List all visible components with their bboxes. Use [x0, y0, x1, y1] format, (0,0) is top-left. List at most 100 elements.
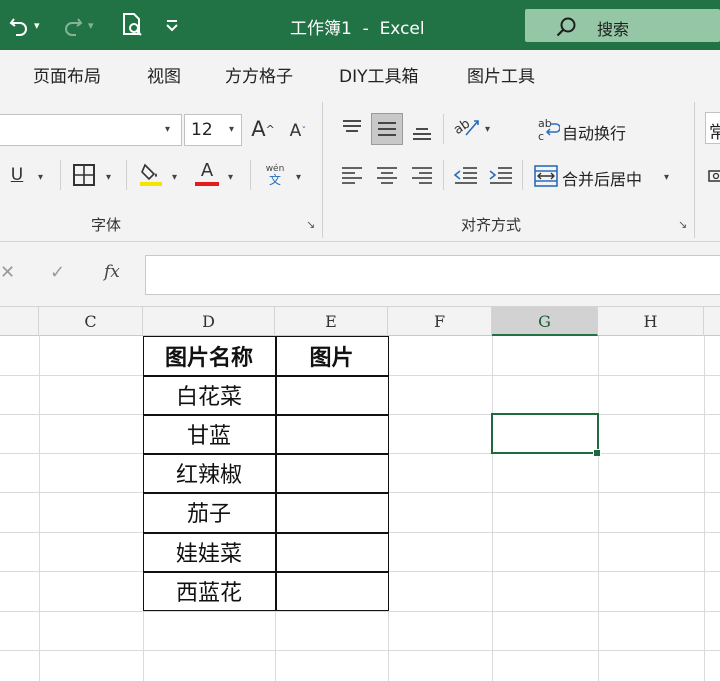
font-color-letter: A	[200, 160, 214, 181]
font-color-dropdown-icon[interactable]: ▾	[228, 172, 233, 183]
grow-font-button[interactable]: A ^	[250, 114, 276, 144]
gridline	[39, 336, 40, 681]
column-header-d[interactable]: D	[143, 307, 275, 336]
table-row[interactable]: 甘蓝	[143, 414, 275, 453]
font-color-button[interactable]: A	[194, 158, 220, 190]
font-name-select[interactable]: ▾	[0, 114, 182, 146]
chevron-down-icon: ▾	[229, 124, 235, 135]
align-right-button[interactable]	[408, 162, 436, 190]
formula-input[interactable]	[145, 255, 720, 295]
wrap-text-icon-box[interactable]: ab c	[536, 114, 560, 144]
active-cell[interactable]	[491, 413, 599, 454]
phonetic-dropdown-icon[interactable]: ▾	[296, 172, 301, 183]
table-row[interactable]: 西蓝花	[143, 571, 275, 611]
print-preview-icon	[123, 13, 142, 36]
chevron-down-icon: ▾	[34, 18, 40, 32]
column-header-e[interactable]: E	[275, 307, 388, 336]
borders-button[interactable]	[70, 160, 98, 190]
column-headers: C D E F G H	[0, 306, 720, 336]
table-header-name[interactable]: 图片名称	[143, 336, 275, 375]
gridline	[492, 336, 493, 681]
svg-text:ab: ab	[454, 116, 473, 138]
gridline	[598, 336, 599, 681]
tab-view[interactable]: 视图	[147, 62, 181, 87]
separator	[443, 114, 444, 144]
number-format-value: 常	[709, 123, 720, 143]
borders-icon	[73, 164, 95, 186]
column-header-f[interactable]: F	[388, 307, 492, 336]
undo-button[interactable]: ▾	[8, 10, 40, 40]
font-group-label: 字体	[91, 216, 122, 234]
title-bar: ▾ ▾ 工作簿1 - Excel 搜索	[0, 0, 720, 50]
caret-down-icon: ˇ	[301, 125, 307, 137]
tab-picture-tools[interactable]: 图片工具	[467, 62, 535, 87]
orientation-button[interactable]: ab	[452, 112, 482, 142]
decrease-indent-icon	[454, 167, 477, 184]
table-row[interactable]: 白花菜	[143, 375, 275, 414]
borders-dropdown-icon[interactable]: ▾	[106, 172, 111, 183]
align-right-icon	[412, 167, 432, 184]
fill-color-button[interactable]	[138, 158, 164, 190]
align-middle-button[interactable]	[371, 113, 403, 145]
table-row[interactable]: 娃娃菜	[143, 532, 275, 571]
window-title: 工作簿1 - Excel	[290, 19, 425, 39]
fill-handle[interactable]	[593, 449, 601, 457]
merge-center-icon-box[interactable]	[533, 162, 559, 190]
column-header-g[interactable]: G	[492, 307, 598, 336]
align-bottom-button[interactable]	[408, 118, 436, 146]
separator	[60, 160, 61, 190]
number-format-select[interactable]: 常	[705, 112, 720, 144]
wrap-text-button[interactable]: 自动换行	[562, 120, 626, 144]
cancel-icon[interactable]: ✕	[0, 262, 15, 283]
tab-page-layout[interactable]: 页面布局	[33, 62, 101, 87]
separator	[126, 160, 127, 190]
insert-function-button[interactable]: fx	[104, 262, 120, 282]
worksheet-grid[interactable]: 图片名称 图片 白花菜 甘蓝 红辣椒 茄子 娃娃菜 西蓝花	[0, 336, 720, 681]
align-left-button[interactable]	[338, 162, 366, 190]
underline-dropdown-icon[interactable]: ▾	[38, 172, 43, 183]
align-left-icon	[342, 167, 362, 184]
fill-color-dropdown-icon[interactable]: ▾	[172, 172, 177, 183]
merge-dropdown-icon[interactable]: ▾	[664, 172, 669, 183]
column-header-h[interactable]: H	[598, 307, 704, 336]
gridline	[704, 336, 705, 681]
underline-button[interactable]: U	[6, 160, 28, 190]
font-size-value: 12	[191, 120, 213, 140]
undo-icon	[9, 18, 27, 36]
redo-icon	[65, 18, 83, 36]
alignment-dialog-launcher-icon[interactable]: ↘	[678, 218, 687, 231]
redo-button[interactable]: ▾	[62, 10, 94, 40]
customize-toolbar-button[interactable]	[164, 10, 180, 40]
enter-icon[interactable]: ✓	[50, 262, 65, 283]
svg-text:ab: ab	[538, 117, 552, 130]
ribbon: ▾ 12 ▾ A ^ Aˇ U ▾ ▾ ▾ A ▾ wén 文 ▾ 字体 ↘ a…	[0, 94, 720, 242]
print-preview-button[interactable]	[120, 10, 144, 40]
phonetic-button[interactable]: wén 文	[262, 158, 288, 192]
font-dialog-launcher-icon[interactable]: ↘	[306, 218, 315, 231]
chevron-down-icon: ▾	[165, 124, 171, 135]
increase-indent-button[interactable]	[487, 162, 515, 190]
orientation-icon: ab	[454, 116, 479, 138]
orientation-dropdown-icon[interactable]: ▾	[485, 124, 490, 135]
table-header-picture[interactable]: 图片	[275, 336, 388, 375]
column-header-c[interactable]: C	[39, 307, 143, 336]
column-header-b[interactable]	[0, 307, 39, 336]
align-bottom-icon	[413, 128, 431, 140]
align-center-button[interactable]	[373, 162, 401, 190]
align-top-button[interactable]	[338, 114, 366, 142]
font-size-select[interactable]: 12 ▾	[184, 114, 242, 146]
wrap-text-icon: ab c	[538, 117, 560, 142]
decrease-indent-button[interactable]	[452, 162, 480, 190]
tab-diy-toolbox[interactable]: DIY工具箱	[339, 62, 419, 87]
svg-text:c: c	[538, 130, 544, 142]
font-color-swatch	[195, 182, 219, 186]
caret-up-icon: ^	[265, 122, 275, 136]
align-center-icon	[377, 167, 397, 184]
tab-fangfang[interactable]: 方方格子	[225, 62, 293, 87]
currency-format-button[interactable]	[706, 162, 720, 190]
search-box[interactable]: 搜索	[525, 9, 720, 42]
merge-center-button[interactable]: 合并后居中	[562, 166, 642, 190]
table-row[interactable]: 红辣椒	[143, 453, 275, 492]
table-row[interactable]: 茄子	[143, 492, 275, 532]
shrink-font-button[interactable]: Aˇ	[285, 116, 311, 146]
